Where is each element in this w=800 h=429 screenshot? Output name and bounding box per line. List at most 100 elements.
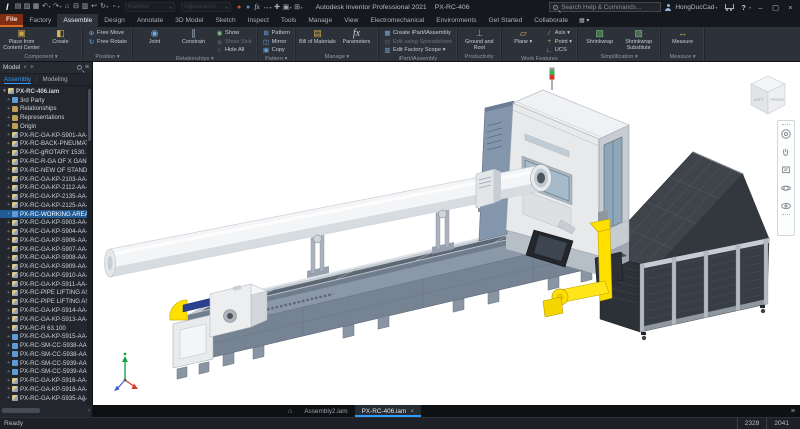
tree-item[interactable]: ▾PX-RC-406.iam: [0, 87, 92, 96]
expand-toggle-icon[interactable]: +: [6, 132, 11, 138]
tree-item[interactable]: +PX-RC-GA-KP-5901-AA-COLOUR(E: [0, 131, 92, 140]
ribbon-tab-annotate[interactable]: Annotate: [131, 14, 169, 27]
sheet-icon[interactable]: ▥: [81, 0, 90, 14]
doc-tab-assembly2-iam[interactable]: Assembly2.iam: [297, 405, 354, 417]
hide-all-button[interactable]: ◌Hide All: [214, 46, 254, 55]
ribbon-group-label[interactable]: Productivity: [458, 53, 501, 61]
ribbon-tab-3d-model[interactable]: 3D Model: [169, 14, 209, 27]
ribbon-tab-environments[interactable]: Environments: [430, 14, 482, 27]
free-move-button[interactable]: ⊕Free Move: [86, 29, 129, 38]
machine-model-drawing[interactable]: [93, 62, 800, 405]
measure-button[interactable]: ↔Measure: [664, 28, 701, 53]
expand-toggle-icon[interactable]: +: [6, 272, 11, 278]
tree-item[interactable]: +PX-RC-GA-KP-2135-AA-COLOUR(E: [0, 192, 92, 201]
tree-item[interactable]: +PX-RC-SM-CC-5939-AA-COLOUR(E: [0, 368, 92, 377]
expand-toggle-icon[interactable]: +: [6, 237, 11, 243]
tree-item[interactable]: +PX-RC-NEW OF STAND FOR GLOB: [0, 166, 92, 175]
scroll-right-icon[interactable]: ›: [88, 405, 90, 417]
ribbon-group-label[interactable]: Position ▾: [83, 53, 132, 61]
user-avatar-icon[interactable]: [665, 4, 671, 11]
ribbon-group-label[interactable]: Manage ▾: [296, 53, 378, 61]
ribbon-tab-tools[interactable]: Tools: [275, 14, 302, 27]
bill-of-materials-button[interactable]: ▤Bill of Materials: [299, 28, 336, 53]
expand-toggle-icon[interactable]: +: [6, 325, 11, 331]
print-icon[interactable]: ⊟: [72, 0, 81, 14]
cart-icon[interactable]: [724, 3, 733, 11]
adjust-material-icon[interactable]: ●: [235, 1, 244, 15]
tree-item[interactable]: +PX-RC-GA-KP-5918-AA-COLOUR(E: [0, 385, 92, 394]
tree-item[interactable]: +PX-RC-GA-KP-5904-AA-COLOUR(E: [0, 227, 92, 236]
redo-icon-caret[interactable]: ▾: [60, 4, 62, 9]
user-name[interactable]: HongDucCad: [675, 4, 714, 11]
shrinkwrap-substitute-button[interactable]: ▨Shrinkwrap Substitute: [620, 28, 657, 53]
browser-menu-icon[interactable]: ≡: [85, 64, 89, 72]
adjust-appearance-icon[interactable]: ●: [244, 1, 253, 15]
ribbon-tab-view[interactable]: View: [338, 14, 364, 27]
browser-panel-title[interactable]: Model: [3, 64, 20, 71]
tree-item[interactable]: +PX-RC-GA-KP-2103-AA-COLOUR(E: [0, 175, 92, 184]
tree-item[interactable]: +PX-RC-GA-KP-5911-AA-COLOUR(E: [0, 280, 92, 289]
appearance-combo[interactable]: Appearance▾: [181, 2, 231, 12]
expand-toggle-icon[interactable]: +: [6, 97, 11, 103]
ribbon-tab-manage[interactable]: Manage: [302, 14, 338, 27]
ribbon-tab-factory[interactable]: Factory: [23, 14, 57, 27]
expand-toggle-icon[interactable]: +: [6, 395, 11, 401]
point-button[interactable]: +Point ▾: [544, 38, 574, 47]
expand-toggle-icon[interactable]: +: [6, 386, 11, 392]
expand-toggle-icon[interactable]: +: [6, 167, 11, 173]
ribbon-group-label[interactable]: Work Features: [502, 55, 577, 62]
ribbon-group-label[interactable]: iPart/iAssembly: [379, 55, 457, 62]
tree-item[interactable]: +PX-RC-WORKING AREA L6-COLOU: [0, 210, 92, 219]
pan-icon[interactable]: [780, 146, 792, 158]
mirror-button[interactable]: ◫Mirror: [261, 38, 292, 47]
pattern-button[interactable]: ⊞Pattern: [261, 29, 292, 38]
open-file-icon[interactable]: ▨: [23, 0, 32, 14]
tab-strip-menu-icon[interactable]: ≡: [786, 405, 800, 417]
ribbon-group-label[interactable]: Component ▾: [0, 53, 82, 61]
browser-horizontal-scrollbar[interactable]: ›: [0, 405, 93, 417]
search-input[interactable]: Search Help & Commands...: [549, 2, 661, 12]
ucs-button[interactable]: ∟UCS: [544, 46, 574, 55]
ribbon-tab-inspect[interactable]: Inspect: [242, 14, 275, 27]
tree-item[interactable]: +Origin: [0, 122, 92, 131]
expand-toggle-icon[interactable]: +: [6, 281, 11, 287]
create-ipart-iassembly-button[interactable]: ▦Create iPart/iAssembly: [382, 29, 454, 38]
ribbon-tab-get-started[interactable]: Get Started: [483, 14, 529, 27]
expand-toggle-icon[interactable]: +: [6, 106, 11, 112]
ribbon-tab-electromechanical[interactable]: Electromechanical: [364, 14, 430, 27]
close-panel-icon[interactable]: ×: [23, 65, 27, 71]
close-tab-icon[interactable]: ×: [410, 408, 414, 415]
tree-item[interactable]: +PX-RC-BACK-PNEUMATIC CHUCK F: [0, 140, 92, 149]
edit-factory-scope-button[interactable]: ▥Edit Factory Scope ▾: [382, 46, 454, 55]
tree-item[interactable]: +PX-RC-GA-KP-5910-AA-COLOUR(E: [0, 271, 92, 280]
tree-item[interactable]: +PX-RC-PIPE LIFTING ASM FOR GL(: [0, 297, 92, 306]
layers-icon-caret[interactable]: ▾: [290, 5, 292, 10]
help-icon[interactable]: ?: [741, 3, 746, 12]
constrain-button[interactable]: ∥Constrain: [175, 28, 212, 55]
tree-item[interactable]: +PX-RC-GA-KP-2112-AA-COLOUR(E: [0, 183, 92, 192]
tab-assembly[interactable]: Assembly: [4, 76, 31, 84]
viewcube[interactable]: LEFT FRONT: [745, 72, 791, 118]
navbar-grip[interactable]: [782, 214, 790, 216]
expand-toggle-icon[interactable]: +: [6, 308, 11, 314]
expand-toggle-icon[interactable]: +: [6, 351, 11, 357]
ribbon-group-label[interactable]: Measure ▾: [661, 53, 704, 61]
expand-toggle-icon[interactable]: +: [6, 360, 11, 366]
tree-item[interactable]: +Representations: [0, 113, 92, 122]
expand-toggle-icon[interactable]: +: [6, 211, 11, 217]
expand-toggle-icon[interactable]: +: [6, 202, 11, 208]
expand-toggle-icon[interactable]: +: [6, 369, 11, 375]
doc-tab-px-rc-406-iam[interactable]: PX-RC-406.iam×: [355, 405, 422, 417]
copy-button[interactable]: ▣Copy: [261, 46, 292, 55]
new-file-icon[interactable]: ▤: [14, 0, 23, 14]
ribbon-tab-design[interactable]: Design: [98, 14, 131, 27]
place-from-content-center-button[interactable]: ▣Place from Content Center ▾: [3, 28, 40, 53]
tree-item[interactable]: +PX-RC-GA-KP-5915-AA-COLOUR: [0, 332, 92, 341]
expand-toggle-icon[interactable]: +: [6, 141, 11, 147]
tree-item[interactable]: +Relationships: [0, 105, 92, 114]
expand-toggle-icon[interactable]: +: [6, 343, 11, 349]
joint-button[interactable]: ◉Joint: [136, 28, 173, 55]
expand-toggle-icon[interactable]: +: [6, 115, 11, 121]
add-panel-icon[interactable]: +: [30, 64, 34, 71]
model-viewport[interactable]: LEFT FRONT: [93, 62, 800, 405]
